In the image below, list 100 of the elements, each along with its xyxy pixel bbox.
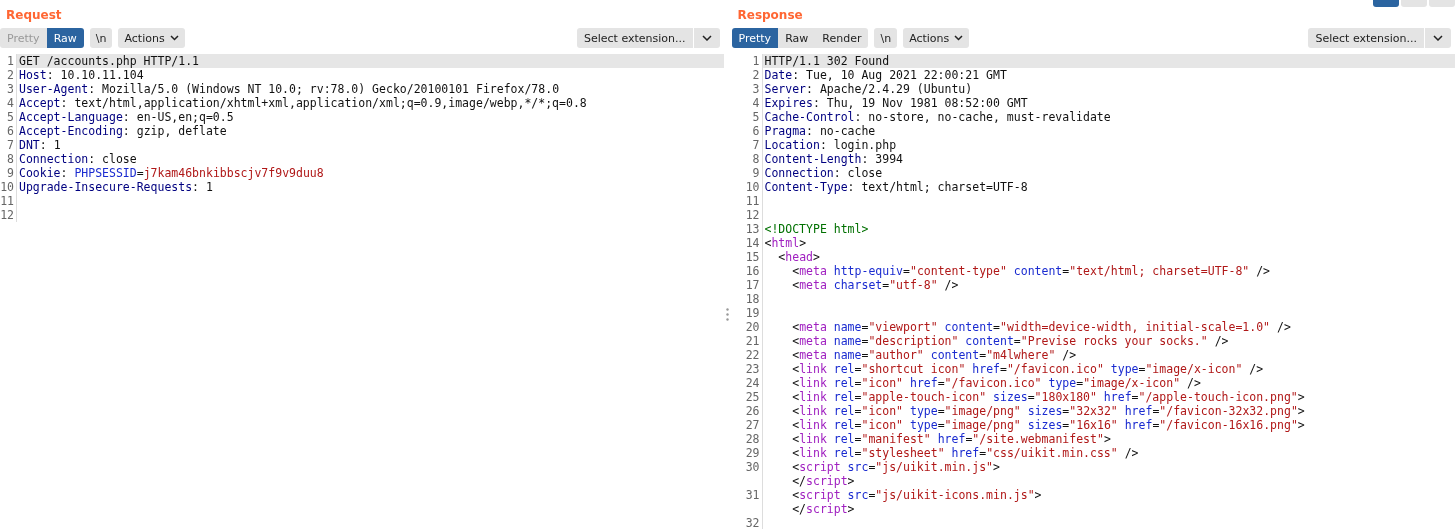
line-number: 9 xyxy=(7,166,14,180)
code-line: <link rel="shortcut icon" href="/favicon.ico" type="image/x-icon" /> xyxy=(791,362,1264,376)
line-number: 30 xyxy=(745,460,760,474)
caret-icon xyxy=(1433,35,1443,41)
code-line: <link rel="icon" type="image/png" sizes="32x32" href="/favicon-32x32.png"> xyxy=(791,404,1305,418)
line-number: 17 xyxy=(745,278,760,292)
actions-button[interactable]: Actions xyxy=(903,28,970,48)
line-number: 5 xyxy=(752,110,760,124)
code-line: <script src="js/uikit-icons.min.js"> xyxy=(791,488,1042,502)
code-line: <link rel="icon" href="/favicon.ico" type="image/x-icon" /> xyxy=(791,376,1201,390)
line-number: 11 xyxy=(745,194,760,208)
code-line: DNT: 1 xyxy=(19,138,61,152)
line-number: 28 xyxy=(745,432,760,446)
line-number: 3 xyxy=(752,82,760,96)
code-line: </script> xyxy=(791,474,855,488)
newline-toggle[interactable]: \n xyxy=(89,28,113,48)
line-number: 3 xyxy=(7,82,14,96)
code-line: User-Agent: Mozilla/5.0 (Windows NT 10.0; rv:78.0) Gecko/20100101 Firefox/78.0 xyxy=(19,82,560,96)
code-line: GET /accounts.php HTTP/1.1 xyxy=(19,54,199,68)
caret-icon xyxy=(954,35,964,41)
line-number: 4 xyxy=(7,96,14,110)
line-number: 15 xyxy=(745,250,760,264)
code-line: </script> xyxy=(791,502,855,516)
code-line: <meta name="author" content="m4lwhere" /> xyxy=(791,348,1077,362)
line-number: 10 xyxy=(0,180,14,194)
code-line: Location: login.php xyxy=(764,138,897,152)
code-line: <meta name="viewport" content="width=device-width, initial-scale=1.0" /> xyxy=(791,320,1291,334)
code-line: Accept-Language: en-US,en;q=0.5 xyxy=(19,110,234,124)
code-line: Cache-Control: no-store, no-cache, must-revalidate xyxy=(764,110,1111,124)
view-tab[interactable]: Pretty xyxy=(731,28,779,48)
line-number: 22 xyxy=(745,348,760,362)
view-tab[interactable]: Raw xyxy=(46,28,84,48)
pane-title: Response xyxy=(737,8,803,22)
code-line: Content-Type: text/html; charset=UTF-8 xyxy=(764,180,1028,194)
extension-select[interactable]: Select extension... xyxy=(1308,28,1424,48)
line-number: 8 xyxy=(7,152,14,166)
code-line: Server: Apache/2.4.29 (Ubuntu) xyxy=(764,82,973,96)
line-number: 31 xyxy=(745,488,760,502)
line-number: 2 xyxy=(7,68,14,82)
code-line: <meta name="description" content="Previse rocks your socks." /> xyxy=(791,334,1229,348)
caret-icon xyxy=(701,35,712,41)
line-number: 5 xyxy=(7,110,14,124)
line-number: 12 xyxy=(0,208,14,222)
code-line: <link rel="stylesheet" href="css/uikit.min.css" /> xyxy=(791,446,1139,460)
line-number: 20 xyxy=(745,320,760,334)
line-number: 6 xyxy=(7,124,14,138)
caret-icon xyxy=(169,35,179,41)
line-number: 19 xyxy=(745,306,760,320)
code-line: Connection: close xyxy=(19,152,137,166)
drag-handle-icon[interactable] xyxy=(726,308,729,321)
line-number: 27 xyxy=(745,418,760,432)
code-line: <link rel="apple-touch-icon" sizes="180x180" href="/apple-touch-icon.png"> xyxy=(791,390,1305,404)
line-number: 9 xyxy=(752,166,760,180)
code-line: Accept-Encoding: gzip, deflate xyxy=(19,124,227,138)
code-line: <!DOCTYPE html> xyxy=(764,222,869,236)
line-number: 25 xyxy=(745,390,760,404)
newline-toggle[interactable]: \n xyxy=(874,28,898,48)
line-number: 24 xyxy=(745,376,760,390)
code-line: <link rel="manifest" href="/site.webmanifest"> xyxy=(791,432,1111,446)
code-line: Date: Tue, 10 Aug 2021 22:00:21 GMT xyxy=(764,68,1007,82)
line-number: 8 xyxy=(752,152,760,166)
code-line: <meta http-equiv="content-type" content="text/html; charset=UTF-8" /> xyxy=(791,264,1271,278)
code-line: HTTP/1.1 302 Found xyxy=(764,54,890,68)
line-number: 4 xyxy=(752,96,760,110)
line-number: 7 xyxy=(752,138,760,152)
code-line: <link rel="icon" type="image/png" sizes="16x16" href="/favicon-16x16.png"> xyxy=(791,418,1305,432)
line-number: 26 xyxy=(745,404,760,418)
view-tab[interactable]: Raw xyxy=(778,28,816,48)
line-number: 29 xyxy=(745,446,760,460)
pane-title: Request xyxy=(6,8,62,22)
code-line: Accept: text/html,application/xhtml+xml,application/xml;q=0.9,image/webp,*/*;q=0.8 xyxy=(19,96,587,110)
code-line: <html> xyxy=(764,236,807,250)
line-number: 6 xyxy=(752,124,760,138)
code-line: Content-Length: 3994 xyxy=(764,152,903,166)
code-line: <meta charset="utf-8" /> xyxy=(791,278,959,292)
line-number: 10 xyxy=(745,180,760,194)
code-line: Cookie: PHPSESSID=j7kam46bnkibbscjv7f9v9duu8 xyxy=(19,166,324,180)
line-number: 23 xyxy=(745,362,760,376)
line-number: 13 xyxy=(745,222,760,236)
code-line: Pragma: no-cache xyxy=(764,124,876,138)
line-number: 1 xyxy=(7,54,14,68)
line-number: 21 xyxy=(745,334,760,348)
line-number: 18 xyxy=(745,292,760,306)
line-number: 11 xyxy=(0,194,14,208)
view-tab[interactable]: Render xyxy=(815,28,869,48)
extension-select[interactable]: Select extension... xyxy=(576,28,693,48)
actions-button[interactable]: Actions xyxy=(118,28,185,48)
line-number: 7 xyxy=(7,138,14,152)
code-line: Host: 10.10.11.104 xyxy=(19,68,144,82)
line-number: 12 xyxy=(745,208,760,222)
code-line: Expires: Thu, 19 Nov 1981 08:52:00 GMT xyxy=(764,96,1028,110)
line-number: 1 xyxy=(752,54,760,68)
code-line: Connection: close xyxy=(764,166,883,180)
dropdown-button[interactable] xyxy=(1425,28,1451,48)
code-line: <script src="js/uikit.min.js"> xyxy=(791,460,1000,474)
line-number: 16 xyxy=(745,264,760,278)
code-line: Upgrade-Insecure-Requests: 1 xyxy=(19,180,213,194)
line-number: 32 xyxy=(745,516,760,529)
code-line: <head> xyxy=(777,250,820,264)
dropdown-button[interactable] xyxy=(693,28,720,48)
